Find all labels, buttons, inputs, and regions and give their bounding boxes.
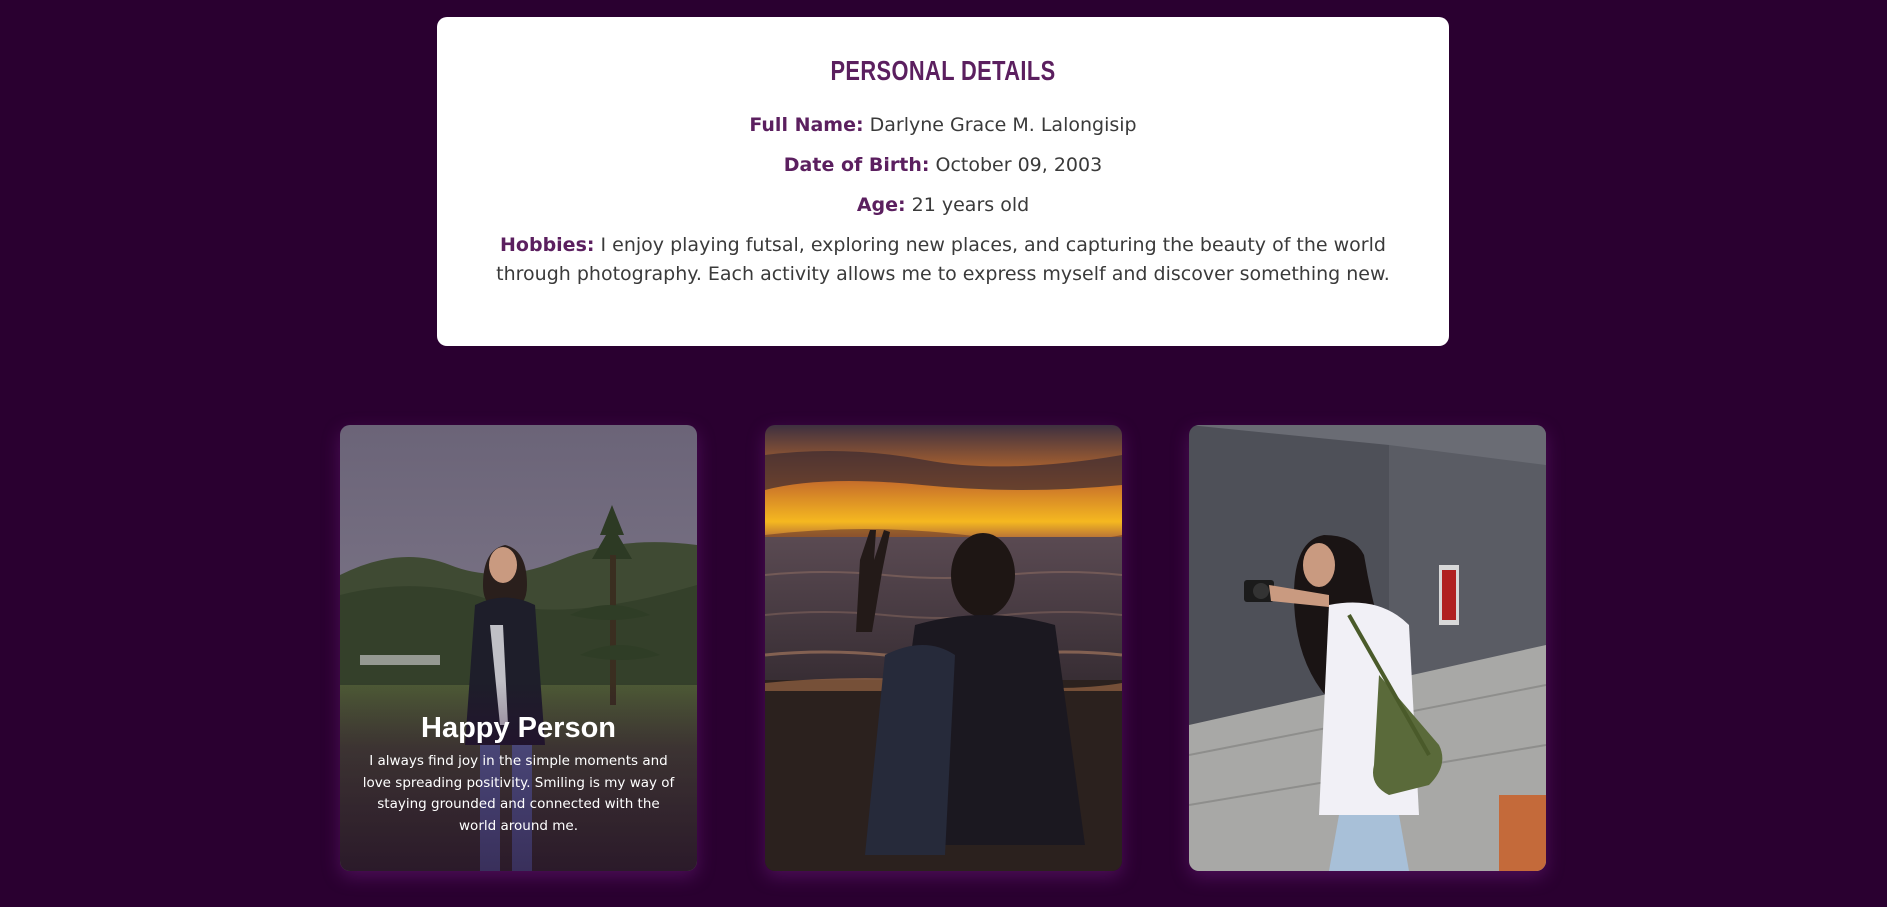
happy-person-caption: Happy Person I always find joy in the si… xyxy=(358,711,679,837)
happy-person-title: Happy Person xyxy=(421,712,616,744)
happy-person-text: I always find joy in the simple moments … xyxy=(362,753,675,834)
full-name-label: Full Name: xyxy=(749,114,864,136)
full-name-value: Darlyne Grace M. Lalongisip xyxy=(869,114,1137,136)
gallery-card-photographer[interactable] xyxy=(1189,425,1546,871)
hobbies-row: Hobbies: I enjoy playing futsal, explori… xyxy=(437,231,1449,289)
date-of-birth-value: October 09, 2003 xyxy=(935,154,1103,176)
full-name-row: Full Name: Darlyne Grace M. Lalongisip xyxy=(437,111,1449,140)
personal-details-title: Personal Details xyxy=(830,55,1056,86)
age-row: Age: 21 years old xyxy=(437,191,1449,220)
hobbies-value: I enjoy playing futsal, exploring new pl… xyxy=(496,234,1390,285)
age-value: 21 years old xyxy=(911,194,1030,216)
photographer-photo xyxy=(1189,425,1546,871)
personal-details-card: Personal Details Full Name: Darlyne Grac… xyxy=(437,17,1449,346)
date-of-birth-label: Date of Birth: xyxy=(783,154,930,176)
gallery-card-happy-person[interactable]: Happy Person I always find joy in the si… xyxy=(340,425,697,871)
hobbies-label: Hobbies: xyxy=(500,234,595,256)
gallery-card-sunset[interactable] xyxy=(765,425,1122,871)
sunset-beach-photo xyxy=(765,425,1122,871)
age-label: Age: xyxy=(856,194,906,216)
date-of-birth-row: Date of Birth: October 09, 2003 xyxy=(437,151,1449,180)
